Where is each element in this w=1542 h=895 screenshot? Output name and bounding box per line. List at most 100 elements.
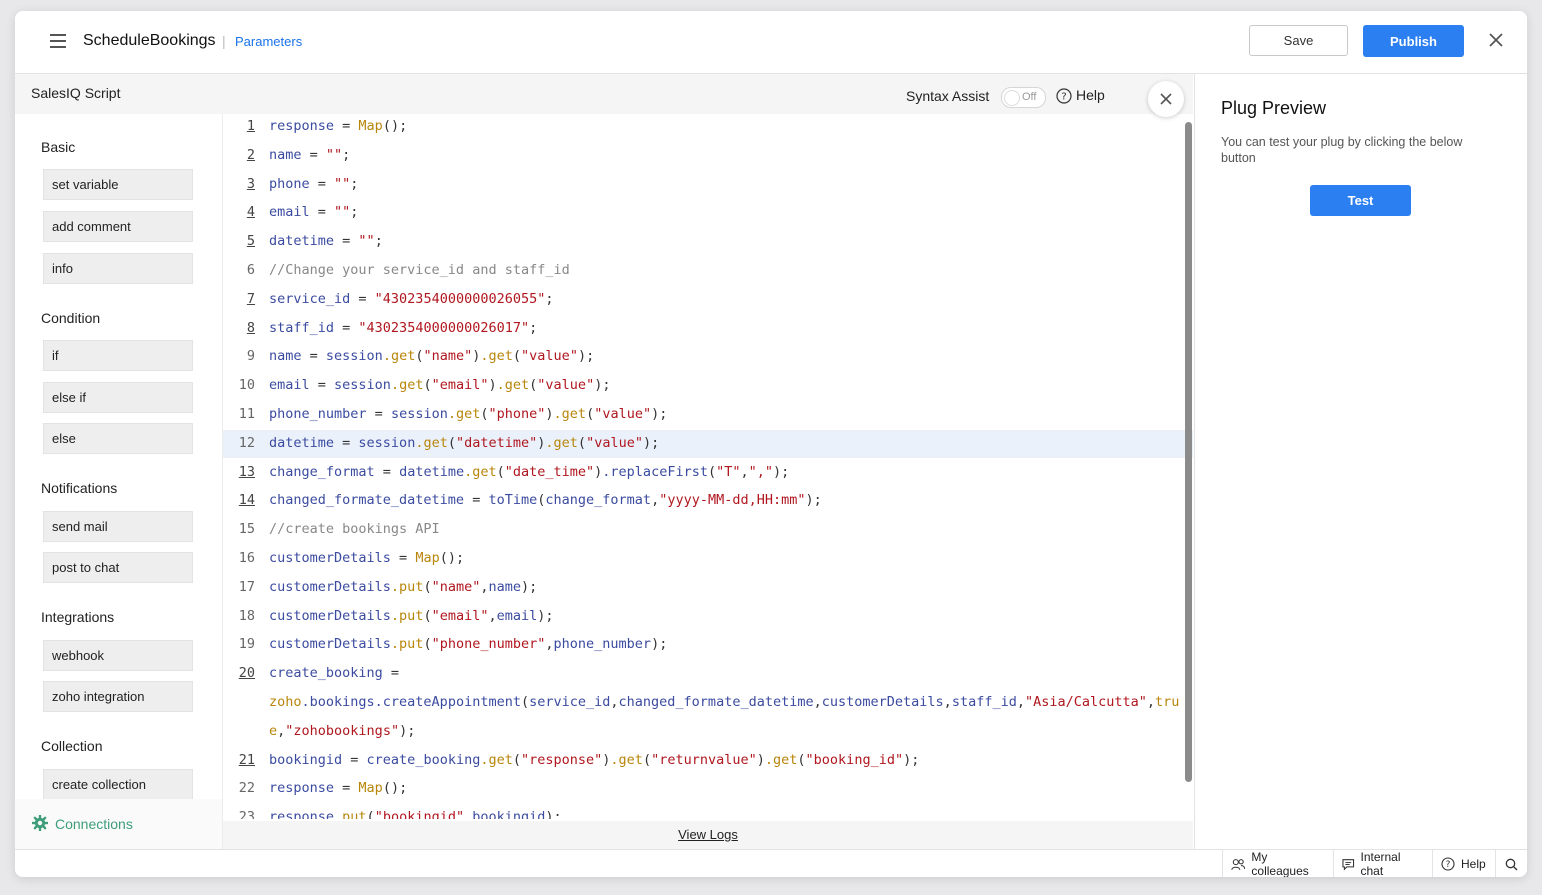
- code-line[interactable]: 11 phone_number = session.get("phone").ge…: [223, 401, 1193, 429]
- code-line[interactable]: 9 name = session.get("name").get("value")…: [223, 343, 1193, 371]
- view-logs-bar[interactable]: View Logs: [223, 821, 1193, 849]
- code-text[interactable]: customerDetails.put("email",email);: [269, 608, 554, 624]
- code-text[interactable]: customerDetails = Map();: [269, 550, 464, 566]
- code-token: .get: [553, 406, 587, 422]
- code-line[interactable]: 18 customerDetails.put("email",email);: [223, 603, 1193, 631]
- save-button[interactable]: Save: [1249, 25, 1348, 56]
- code-line[interactable]: 17 customerDetails.put("name",name);: [223, 574, 1193, 602]
- code-token: zoho: [269, 694, 302, 710]
- hamburger-icon[interactable]: [50, 34, 66, 48]
- palette-item-create-collection[interactable]: create collection: [43, 769, 193, 800]
- line-number: 4: [246, 204, 255, 221]
- view-logs-link[interactable]: View Logs: [678, 827, 738, 842]
- code-line[interactable]: 19 customerDetails.put("phone_number",pho…: [223, 631, 1193, 659]
- code-token: "": [325, 146, 343, 163]
- search-button[interactable]: [1495, 850, 1527, 877]
- help-link[interactable]: Help: [1076, 87, 1105, 103]
- palette-item-else[interactable]: else: [43, 423, 193, 454]
- code-text[interactable]: email = session.get("email").get("value"…: [269, 377, 610, 393]
- code-token: ,: [740, 463, 749, 480]
- code-line[interactable]: 12 datetime = session.get("datetime").get…: [223, 429, 1193, 458]
- code-token: email: [269, 377, 310, 394]
- code-line[interactable]: 1 response = Map();: [223, 114, 1193, 141]
- close-editor-button[interactable]: [1148, 81, 1184, 117]
- syntax-assist-toggle[interactable]: Off: [1001, 87, 1046, 108]
- close-icon[interactable]: [1487, 29, 1505, 51]
- palette-item-info[interactable]: info: [43, 253, 193, 284]
- code-text[interactable]: response.put("bookingid",bookingid);: [269, 809, 562, 819]
- publish-button[interactable]: Publish: [1363, 25, 1464, 57]
- code-text[interactable]: phone = "";: [269, 176, 358, 192]
- code-line[interactable]: 2 name = "";: [223, 142, 1193, 170]
- palette-item-webhook[interactable]: webhook: [43, 640, 193, 671]
- code-token: name: [269, 348, 302, 365]
- code-line[interactable]: 4 email = "";: [223, 199, 1193, 227]
- palette-heading-condition: Condition: [41, 310, 101, 326]
- code-text[interactable]: phone_number = session.get("phone").get(…: [269, 406, 667, 422]
- parameters-link[interactable]: Parameters: [235, 34, 302, 49]
- code-text[interactable]: change_format = datetime.get("date_time"…: [269, 464, 789, 480]
- code-line[interactable]: e,"zohobookings");: [223, 718, 1193, 746]
- help-circle-icon[interactable]: ?: [1056, 88, 1072, 104]
- test-button[interactable]: Test: [1310, 185, 1411, 216]
- code-text[interactable]: e,"zohobookings");: [269, 723, 415, 739]
- code-token: );: [773, 463, 790, 480]
- palette-item-post-to-chat[interactable]: post to chat: [43, 552, 193, 583]
- code-line[interactable]: 5 datetime = "";: [223, 228, 1193, 256]
- code-line[interactable]: 6 //Change your service_id and staff_id: [223, 257, 1193, 285]
- code-token: "name": [431, 578, 481, 595]
- code-line[interactable]: 13 change_format = datetime.get("date_tim…: [223, 459, 1193, 487]
- code-editor[interactable]: 1 response = Map(); 2 name = ""; 3 phone = ""…: [223, 114, 1193, 819]
- code-text[interactable]: datetime = session.get("datetime").get("…: [269, 435, 659, 451]
- code-line[interactable]: 16 customerDetails = Map();: [223, 545, 1193, 573]
- code-line[interactable]: 23 response.put("bookingid",bookingid);: [223, 804, 1193, 819]
- code-text[interactable]: name = "";: [269, 147, 350, 163]
- code-text[interactable]: response = Map();: [269, 118, 407, 134]
- line-number: 15: [238, 521, 255, 538]
- code-token: (: [512, 751, 521, 768]
- code-token: create_booking: [269, 665, 383, 682]
- code-text[interactable]: customerDetails.put("name",name);: [269, 579, 537, 595]
- help-button[interactable]: ? Help: [1432, 850, 1495, 877]
- palette-item-if[interactable]: if: [43, 340, 193, 371]
- code-text[interactable]: datetime = "";: [269, 233, 383, 249]
- palette-item-zoho-integration[interactable]: zoho integration: [43, 681, 193, 712]
- code-line[interactable]: 14 changed_formate_datetime = toTime(chan…: [223, 487, 1193, 515]
- code-text[interactable]: //Change your service_id and staff_id: [269, 262, 570, 278]
- palette-item-add-comment[interactable]: add comment: [43, 211, 193, 242]
- code-token: "date_time": [504, 463, 595, 480]
- code-text[interactable]: zoho.bookings.createAppointment(service_…: [269, 694, 1179, 710]
- code-text[interactable]: response = Map();: [269, 780, 407, 796]
- code-text[interactable]: changed_formate_datetime = toTime(change…: [269, 492, 822, 508]
- code-line[interactable]: 10 email = session.get("email").get("valu…: [223, 372, 1193, 400]
- code-token: phone_number: [553, 636, 652, 653]
- internal-chat-button[interactable]: Internal chat: [1333, 850, 1432, 877]
- palette-item-send-mail[interactable]: send mail: [43, 511, 193, 542]
- svg-text:?: ?: [1061, 92, 1066, 103]
- palette-item-else-if[interactable]: else if: [43, 382, 193, 413]
- code-line[interactable]: 21 bookingid = create_booking.get("respon…: [223, 747, 1193, 775]
- code-text[interactable]: bookingid = create_booking.get("response…: [269, 752, 919, 768]
- editor-scrollbar[interactable]: [1185, 122, 1192, 782]
- app-window: ScheduleBookings | Parameters Save Publi…: [15, 11, 1527, 877]
- code-line[interactable]: 22 response = Map();: [223, 775, 1193, 803]
- code-token: session: [325, 348, 383, 365]
- code-text[interactable]: staff_id = "4302354000000026017";: [269, 320, 537, 336]
- code-token: .get: [447, 406, 481, 422]
- code-text[interactable]: customerDetails.put("phone_number",phone…: [269, 636, 667, 652]
- code-line[interactable]: 15 //create bookings API: [223, 516, 1193, 544]
- code-token: customerDetails: [821, 694, 944, 710]
- code-line[interactable]: 8 staff_id = "4302354000000026017";: [223, 315, 1193, 343]
- code-text[interactable]: name = session.get("name").get("value");: [269, 348, 594, 364]
- code-line[interactable]: zoho.bookings.createAppointment(service_…: [223, 689, 1193, 717]
- code-line[interactable]: 20 create_booking =: [223, 660, 1193, 688]
- my-colleagues-button[interactable]: My colleagues: [1222, 850, 1333, 877]
- connections-link[interactable]: Connections: [15, 799, 222, 849]
- code-text[interactable]: create_booking =: [269, 665, 399, 681]
- code-text[interactable]: email = "";: [269, 204, 358, 220]
- code-line[interactable]: 7 service_id = "4302354000000026055";: [223, 286, 1193, 314]
- palette-item-set-variable[interactable]: set variable: [43, 169, 193, 200]
- code-text[interactable]: service_id = "4302354000000026055";: [269, 291, 554, 307]
- code-line[interactable]: 3 phone = "";: [223, 171, 1193, 199]
- code-text[interactable]: //create bookings API: [269, 521, 440, 537]
